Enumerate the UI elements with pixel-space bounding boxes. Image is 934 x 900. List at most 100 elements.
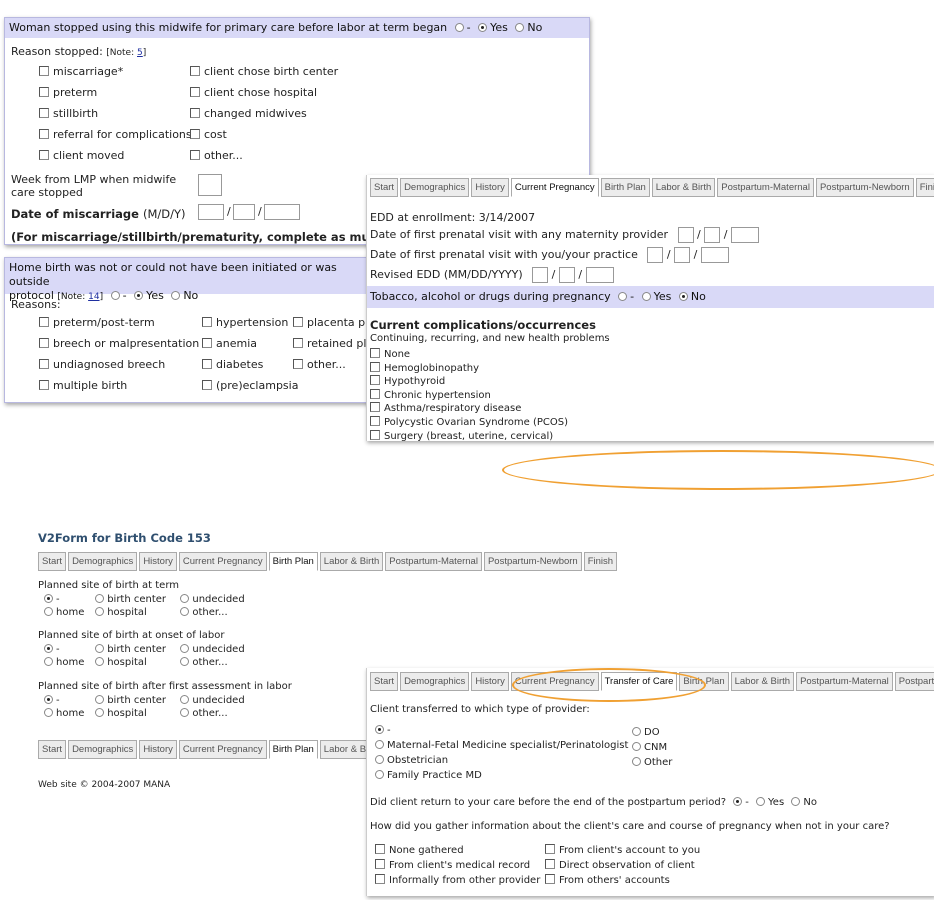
revised-edd-year[interactable]	[585, 267, 614, 283]
reason-checkbox[interactable]	[202, 380, 212, 390]
gather-from-client-s-medical-record[interactable]: From client's medical record	[375, 859, 530, 871]
reason-checkbox[interactable]	[202, 359, 212, 369]
tab-labor-birth[interactable]: Labor & Birth	[730, 672, 795, 691]
complication-checkbox[interactable]	[370, 361, 380, 372]
site-onset-birth-center[interactable]	[95, 644, 105, 653]
complication-surgery-breast-uterine-cervical[interactable]: Surgery (breast, uterine, cervical)	[370, 429, 553, 441]
tab-labor-birth[interactable]: Labor & Birth	[651, 178, 716, 197]
home-birth-reason-multiple-birth[interactable]: multiple birth	[39, 379, 127, 392]
tobacco-radio-yes[interactable]	[641, 292, 651, 301]
tab-transfer-of-care[interactable]: Transfer of Care	[600, 672, 678, 691]
complication-checkbox[interactable]	[370, 429, 380, 440]
site-onset-hospital[interactable]	[95, 657, 105, 666]
gather-checkbox[interactable]	[375, 859, 385, 869]
tab-birth-plan[interactable]: Birth Plan	[679, 672, 729, 691]
reason-checkbox[interactable]	[39, 150, 49, 160]
reason-client-moved[interactable]: client moved	[39, 149, 124, 162]
home-birth-reason-placenta-p[interactable]: placenta p	[293, 316, 365, 329]
miscarriage-year-input[interactable]	[264, 204, 300, 220]
provider-dash[interactable]: -	[375, 725, 391, 736]
site-term-birth-center[interactable]	[95, 594, 105, 603]
tab-postpartum-newborn[interactable]: Postpartum-Newborn	[483, 552, 582, 571]
tab-birth-plan[interactable]: Birth Plan	[268, 552, 318, 571]
home-birth-reason-breech-or-malpresentation[interactable]: breech or malpresentation	[39, 337, 199, 350]
tobacco-radio-no[interactable]	[678, 292, 688, 301]
reason-checkbox[interactable]	[39, 338, 49, 348]
tab-current-pregnancy[interactable]: Current Pregnancy	[510, 178, 599, 197]
reason-client-chose-birth-center[interactable]: client chose birth center	[190, 65, 338, 78]
tab-demographics[interactable]: Demographics	[68, 552, 138, 571]
first-visit-you-day[interactable]	[674, 247, 691, 263]
complication-hypothyroid[interactable]: Hypothyroid	[370, 375, 445, 387]
reason-checkbox[interactable]	[39, 129, 49, 139]
complication-chronic-hypertension[interactable]: Chronic hypertension	[370, 388, 491, 401]
reason-checkbox[interactable]	[293, 359, 303, 369]
first-visit-you-year[interactable]	[700, 247, 729, 263]
reason-preterm[interactable]: preterm	[39, 86, 97, 99]
complication-checkbox[interactable]	[370, 375, 380, 386]
revised-edd-month[interactable]	[532, 267, 549, 283]
home-birth-radio-yes[interactable]	[134, 291, 144, 300]
home-birth-reason-other[interactable]: other...	[293, 358, 346, 371]
site-onset-dash[interactable]	[44, 644, 53, 653]
tab-start[interactable]: Start	[370, 672, 399, 691]
gather-checkbox[interactable]	[545, 844, 555, 854]
home-birth-reason-undiagnosed-breech[interactable]: undiagnosed breech	[39, 358, 165, 371]
stopped-care-radio-no[interactable]	[515, 23, 525, 32]
return-radio-yes[interactable]	[756, 797, 766, 806]
gather-from-others-accounts[interactable]: From others' accounts	[545, 874, 670, 886]
reason-checkbox[interactable]	[39, 108, 49, 118]
site-assessment-undecided[interactable]	[180, 695, 190, 704]
complication-asthma-respiratory-disease[interactable]: Asthma/respiratory disease	[370, 402, 521, 414]
gather-checkbox[interactable]	[545, 859, 555, 869]
site-term-other[interactable]	[180, 607, 190, 616]
tab-start[interactable]: Start	[370, 178, 399, 197]
revised-edd-day[interactable]	[558, 267, 575, 283]
complication-checkbox[interactable]	[370, 388, 380, 399]
reason-stillbirth[interactable]: stillbirth	[39, 107, 98, 120]
gather-checkbox[interactable]	[545, 874, 555, 884]
tab-finish[interactable]: Finish	[583, 552, 618, 571]
tab-demographics[interactable]: Demographics	[400, 672, 470, 691]
complication-polycystic-ovarian-syndrome-pcos[interactable]: Polycystic Ovarian Syndrome (PCOS)	[370, 416, 568, 428]
site-assessment-other[interactable]	[180, 708, 190, 717]
gather-checkbox[interactable]	[375, 874, 385, 884]
reason-checkbox[interactable]	[39, 380, 49, 390]
tab-demographics[interactable]: Demographics	[68, 740, 138, 759]
provider-maternal-fetal-medicine-specialist-perinatologist[interactable]: Maternal-Fetal Medicine specialist/Perin…	[375, 740, 628, 751]
tab-start[interactable]: Start	[38, 552, 67, 571]
gather-checkbox[interactable]	[375, 844, 385, 854]
home-birth-reason-pre-eclampsia[interactable]: (pre)eclampsia	[202, 379, 298, 392]
tab-demographics[interactable]: Demographics	[400, 178, 470, 197]
reason-checkbox[interactable]	[39, 359, 49, 369]
gather-none-gathered[interactable]: None gathered	[375, 844, 464, 856]
first-visit-you-month[interactable]	[647, 247, 664, 263]
site-term-hospital[interactable]	[95, 607, 105, 616]
reason-miscarriage[interactable]: miscarriage*	[39, 65, 123, 78]
tab-finish[interactable]: Finish	[915, 178, 934, 197]
tab-current-pregnancy[interactable]: Current Pregnancy	[178, 740, 267, 759]
tab-history[interactable]: History	[471, 672, 509, 691]
home-birth-reason-preterm-post-term[interactable]: preterm/post-term	[39, 316, 155, 329]
provider-radio[interactable]	[375, 770, 384, 779]
site-onset-home[interactable]	[44, 657, 53, 666]
reason-checkbox[interactable]	[39, 87, 49, 97]
tab-labor-birth[interactable]: Labor & Birth	[319, 552, 384, 571]
tab-start[interactable]: Start	[38, 740, 67, 759]
complication-checkbox[interactable]	[370, 402, 380, 413]
reason-checkbox[interactable]	[190, 66, 200, 76]
reason-checkbox[interactable]	[202, 338, 212, 348]
first-visit-any-month[interactable]	[677, 227, 694, 243]
site-assessment-home[interactable]	[44, 708, 53, 717]
tobacco-radio-dash[interactable]	[618, 292, 628, 301]
gather-direct-observation-of-client[interactable]: Direct observation of client	[545, 859, 695, 871]
reason-checkbox[interactable]	[39, 317, 49, 327]
provider-radio[interactable]	[632, 757, 641, 766]
provider-radio[interactable]	[375, 725, 384, 734]
tab-postpartum-maternal[interactable]: Postpartum-Maternal	[796, 672, 893, 691]
reason-checkbox[interactable]	[293, 317, 303, 327]
provider-other[interactable]: Other	[632, 757, 672, 768]
reason-client-chose-hospital[interactable]: client chose hospital	[190, 86, 317, 99]
home-birth-radio-no[interactable]	[171, 291, 181, 300]
site-assessment-birth-center[interactable]	[95, 695, 105, 704]
